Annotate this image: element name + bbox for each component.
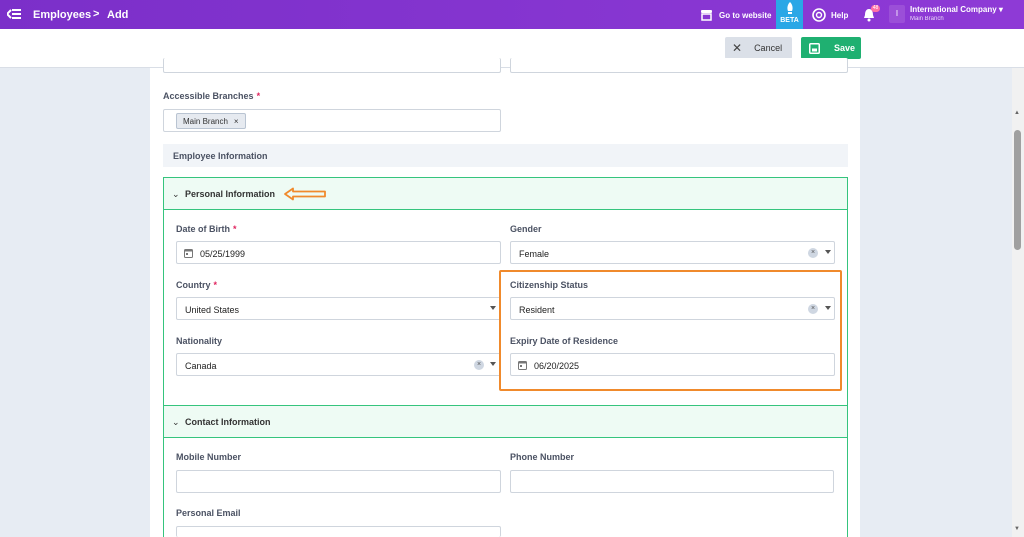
date-of-birth-field[interactable]: 05/25/1999 — [176, 241, 501, 264]
breadcrumb-current: Add — [107, 9, 129, 21]
branch-chip-label: Main Branch — [183, 116, 228, 126]
accessible-branches-label: Accessible Branches * — [163, 91, 261, 101]
personal-email-label: Personal Email — [176, 508, 241, 518]
top-navigation-bar: Employees > Add Go to website BETA Help … — [0, 0, 1024, 29]
top-left-input[interactable] — [163, 58, 501, 73]
help-circle-icon — [812, 8, 826, 22]
phone-number-label: Phone Number — [510, 452, 575, 462]
contact-information-header[interactable]: ⌄ Contact Information — [164, 406, 847, 438]
employee-information-section: Employee Information — [163, 144, 848, 167]
save-button[interactable]: Save — [801, 37, 861, 59]
arrow-left-icon — [284, 187, 326, 201]
avatar[interactable]: I — [889, 5, 905, 23]
chevron-down-icon[interactable] — [490, 306, 496, 310]
beta-label: BETA — [780, 17, 799, 24]
close-icon: ✕ — [732, 41, 743, 55]
notification-badge: 48 — [871, 5, 880, 12]
date-of-birth-value: 05/25/1999 — [200, 249, 246, 259]
go-to-website-label: Go to website — [719, 10, 772, 20]
clear-icon[interactable]: × — [474, 360, 484, 370]
personal-information-header[interactable]: ⌄ Personal Information — [164, 178, 847, 210]
gender-select[interactable]: Female × — [510, 241, 835, 264]
store-icon — [701, 10, 712, 21]
chevron-down-icon[interactable] — [490, 362, 496, 366]
mobile-number-field[interactable] — [176, 470, 501, 493]
personal-information-title: Personal Information — [185, 189, 276, 199]
nationality-select[interactable]: Canada × — [176, 353, 501, 376]
gender-value: Female — [519, 249, 550, 259]
floppy-icon — [809, 42, 820, 54]
branch-name: Main Branch — [910, 16, 944, 22]
gender-label: Gender — [510, 224, 542, 234]
chevron-down-icon: ⌄ — [172, 189, 180, 199]
help-button[interactable]: Help — [812, 8, 848, 22]
branch-chip: Main Branch × — [176, 113, 246, 129]
country-label: Country * — [176, 280, 218, 290]
chevron-down-icon: ▾ — [998, 5, 1003, 14]
save-label: Save — [834, 43, 856, 53]
breadcrumb-employees[interactable]: Employees — [33, 9, 91, 21]
go-to-website-link[interactable]: Go to website — [700, 8, 771, 22]
calendar-icon — [184, 249, 193, 258]
company-switcher[interactable]: International Company ▾ — [910, 5, 1003, 14]
beta-button[interactable]: BETA — [776, 0, 803, 29]
help-label: Help — [831, 10, 849, 20]
cancel-button[interactable]: ✕ Cancel — [725, 37, 792, 59]
employee-information-title: Employee Information — [173, 151, 268, 161]
chevron-down-icon[interactable] — [825, 250, 831, 254]
cancel-label: Cancel — [754, 43, 783, 53]
contact-information-title: Contact Information — [185, 417, 271, 427]
nationality-label: Nationality — [176, 336, 223, 346]
breadcrumb-separator: > — [93, 8, 100, 20]
clear-icon[interactable]: × — [808, 248, 818, 258]
phone-number-field[interactable] — [510, 470, 834, 493]
scroll-down-icon[interactable]: ▼ — [1014, 526, 1020, 532]
scroll-up-icon[interactable]: ▲ — [1014, 110, 1020, 116]
chevron-down-icon: ⌄ — [172, 417, 180, 427]
nationality-value: Canada — [185, 361, 217, 371]
date-of-birth-label: Date of Birth * — [176, 224, 237, 234]
mobile-number-label: Mobile Number — [176, 452, 242, 462]
highlight-box — [499, 270, 842, 391]
country-value: United States — [185, 305, 240, 315]
company-name: International Company — [910, 5, 997, 14]
menu-collapse-icon[interactable] — [7, 8, 21, 20]
chip-remove-icon[interactable]: × — [234, 117, 239, 126]
top-right-input[interactable] — [510, 58, 848, 73]
rocket-icon — [787, 2, 793, 14]
country-select[interactable]: United States — [176, 297, 501, 320]
personal-email-field[interactable] — [176, 526, 501, 537]
scrollbar-thumb[interactable] — [1014, 130, 1021, 250]
